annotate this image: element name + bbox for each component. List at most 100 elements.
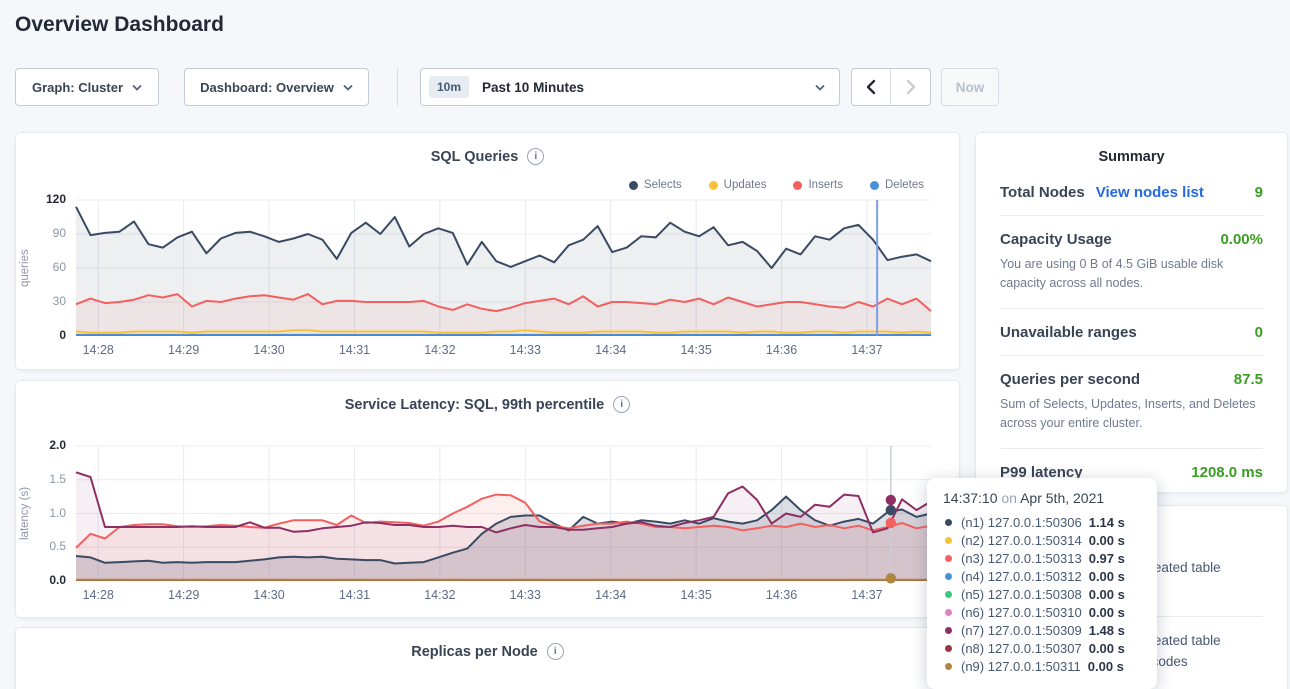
graph-dropdown-label: Graph: Cluster	[32, 80, 123, 95]
summary-value: 0.00%	[1220, 231, 1263, 248]
node-color-dot	[945, 663, 952, 670]
node-latency-value: 0.00 s	[1089, 605, 1125, 620]
legend-item-selects[interactable]: Selects	[629, 179, 682, 191]
node-latency-value: 0.00 s	[1089, 533, 1125, 548]
x-axis-tick: 14:29	[160, 343, 208, 357]
info-icon[interactable]: i	[527, 148, 544, 165]
chevron-down-icon	[343, 84, 353, 91]
graph-dropdown[interactable]: Graph: Cluster	[15, 68, 159, 106]
y-axis-tick: 2.0	[49, 438, 66, 452]
sql-queries-chart[interactable]: 14:2814:2914:3014:3114:3214:3314:3414:35…	[76, 200, 931, 336]
service-latency-plot	[76, 446, 931, 581]
sql-queries-card: SQL Queries i Selects Updates Inserts Delet…	[15, 132, 960, 370]
node-address: (n2) 127.0.0.1:50314	[961, 533, 1082, 548]
hover-marker	[886, 505, 896, 515]
hover-marker	[886, 495, 896, 505]
x-axis-tick: 14:35	[672, 343, 720, 357]
x-axis-tick: 14:30	[245, 588, 293, 602]
legend-dot	[709, 181, 718, 190]
legend-label: Inserts	[808, 179, 843, 191]
y-axis-tick: 1.0	[49, 506, 66, 520]
node-latency-value: 0.97 s	[1089, 551, 1125, 566]
tooltip-row: (n5) 127.0.0.1:503080.00 s	[943, 585, 1141, 603]
now-button[interactable]: Now	[941, 68, 999, 106]
y-axis-tick: 0.0	[49, 573, 66, 587]
node-latency-value: 1.48 s	[1089, 623, 1125, 638]
node-color-dot	[945, 555, 952, 562]
y-axis-tick: 0.5	[49, 539, 66, 553]
sql-queries-title-row: SQL Queries i	[16, 133, 959, 165]
hover-marker	[886, 518, 896, 528]
replicas-card: Replicas per Node i	[15, 627, 960, 689]
time-next-button[interactable]	[891, 69, 930, 105]
node-latency-value: 0.00 s	[1089, 641, 1125, 656]
x-axis-tick: 14:28	[74, 343, 122, 357]
tooltip-timestamp: 14:37:10 on Apr 5th, 2021	[943, 490, 1141, 506]
summary-value: 0	[1255, 324, 1263, 341]
time-prev-button[interactable]	[852, 69, 891, 105]
sql-queries-legend: Selects Updates Inserts Deletes	[629, 179, 924, 191]
view-nodes-list-link[interactable]: View nodes list	[1096, 184, 1204, 201]
legend-item-updates[interactable]: Updates	[709, 179, 767, 191]
node-latency-value: 1.14 s	[1089, 515, 1125, 530]
info-icon[interactable]: i	[613, 396, 630, 413]
hover-marker	[886, 573, 896, 583]
time-range-dropdown[interactable]: 10m Past 10 Minutes	[420, 68, 840, 106]
node-color-dot	[945, 573, 952, 580]
tooltip-row: (n9) 127.0.0.1:50311 0.00 s	[943, 657, 1141, 675]
tooltip-row: (n2) 127.0.0.1:50314 0.00 s	[943, 531, 1141, 549]
summary-value: 9	[1255, 184, 1263, 201]
node-latency-value: 0.00 s	[1088, 659, 1124, 674]
x-axis-tick: 14:37	[843, 343, 891, 357]
toolbar-divider	[397, 68, 398, 106]
tooltip-row: (n6) 127.0.0.1:50310 0.00 s	[943, 603, 1141, 621]
x-axis-tick: 14:30	[245, 343, 293, 357]
node-address: (n7) 127.0.0.1:50309	[961, 623, 1082, 638]
legend-item-inserts[interactable]: Inserts	[793, 179, 843, 191]
summary-label: Queries per second	[1000, 371, 1140, 388]
legend-dot	[793, 181, 802, 190]
tooltip-row: (n4) 127.0.0.1:503120.00 s	[943, 567, 1141, 585]
time-nav-group	[851, 68, 931, 106]
x-axis-tick: 14:36	[758, 343, 806, 357]
sql-queries-title: SQL Queries	[431, 149, 519, 165]
x-axis-tick: 14:33	[501, 588, 549, 602]
node-address: (n9) 127.0.0.1:50311	[961, 659, 1081, 674]
node-address: (n4) 127.0.0.1:50312	[961, 569, 1082, 584]
legend-dot	[629, 181, 638, 190]
y-axis-tick: 60	[53, 260, 66, 274]
legend-label: Selects	[644, 179, 682, 191]
tooltip-row: (n3) 127.0.0.1:50313 0.97 s	[943, 549, 1141, 567]
info-icon[interactable]: i	[547, 643, 564, 660]
y-axis-tick: 30	[53, 294, 66, 308]
x-axis-tick: 14:29	[160, 588, 208, 602]
summary-label: Capacity Usage	[1000, 231, 1112, 248]
x-axis-tick: 14:34	[587, 588, 635, 602]
node-address: (n6) 127.0.0.1:50310	[961, 605, 1082, 620]
x-axis-tick: 14:37	[843, 588, 891, 602]
y-axis-label: latency (s)	[18, 446, 32, 581]
node-color-dot	[945, 537, 952, 544]
summary-label: Unavailable ranges	[1000, 324, 1137, 341]
tooltip-row: (n8) 127.0.0.1:503070.00 s	[943, 639, 1141, 657]
dashboard-dropdown[interactable]: Dashboard: Overview	[184, 68, 369, 106]
legend-item-deletes[interactable]: Deletes	[870, 179, 924, 191]
y-axis-label: queries	[18, 200, 32, 336]
summary-value: 87.5	[1234, 371, 1263, 388]
service-latency-chart[interactable]: 14:2814:2914:3014:3114:3214:3314:3414:35…	[76, 446, 931, 581]
node-color-dot	[945, 519, 952, 526]
time-range-badge: 10m	[429, 76, 469, 98]
legend-label: Updates	[724, 179, 767, 191]
node-address: (n3) 127.0.0.1:50313	[961, 551, 1082, 566]
node-color-dot	[945, 627, 952, 634]
tooltip-row: (n7) 127.0.0.1:50309 1.48 s	[943, 621, 1141, 639]
y-axis-tick: 120	[46, 192, 66, 206]
chevron-left-icon	[866, 79, 876, 95]
node-latency-value: 0.00 s	[1089, 587, 1125, 602]
node-color-dot	[945, 645, 952, 652]
replicas-title: Replicas per Node	[411, 644, 538, 660]
x-axis-tick: 14:31	[330, 343, 378, 357]
legend-label: Deletes	[885, 179, 924, 191]
summary-row-capacity: Capacity Usage 0.00% You are using 0 B o…	[1000, 216, 1263, 309]
summary-row-qps: Queries per second 87.5 Sum of Selects, …	[1000, 356, 1263, 449]
